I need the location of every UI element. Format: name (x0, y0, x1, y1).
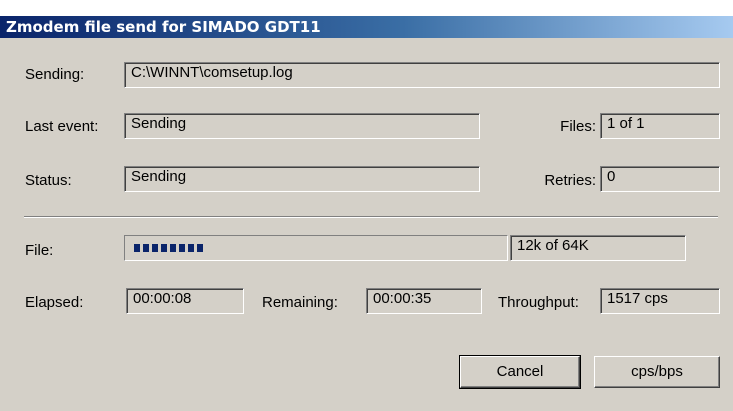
status-field: Sending (124, 166, 480, 192)
retries-field: 0 (600, 166, 720, 192)
last-event-label: Last event: (25, 118, 99, 135)
sending-file-field: C:\WINNT\comsetup.log (124, 62, 720, 88)
cancel-button[interactable]: Cancel (459, 355, 581, 389)
last-event-field: Sending (124, 113, 480, 139)
file-size-field: 12k of 64K (510, 235, 686, 261)
retries-label: Retries: (544, 172, 596, 189)
progress-block (143, 244, 149, 252)
remaining-field: 00:00:35 (366, 288, 482, 314)
status-label: Status: (25, 172, 72, 189)
window-title: Zmodem file send for SIMADO GDT11 (6, 18, 321, 36)
throughput-field: 1517 cps (600, 288, 720, 314)
progress-block (170, 244, 176, 252)
progress-block (179, 244, 185, 252)
separator (24, 216, 718, 218)
files-label: Files: (560, 118, 596, 135)
remaining-label: Remaining: (262, 294, 338, 311)
elapsed-label: Elapsed: (25, 294, 84, 311)
progress-block (152, 244, 158, 252)
dialog-client-area: Sending: C:\WINNT\comsetup.log Last even… (0, 38, 733, 411)
title-bar[interactable]: Zmodem file send for SIMADO GDT11 (0, 16, 733, 38)
top-strip (0, 0, 733, 16)
progress-block (197, 244, 203, 252)
throughput-label: Throughput: (498, 294, 579, 311)
progress-block (161, 244, 167, 252)
elapsed-field: 00:00:08 (126, 288, 244, 314)
sending-label: Sending: (25, 66, 85, 83)
file-progress-bar (124, 235, 508, 261)
file-label: File: (25, 242, 54, 259)
files-field: 1 of 1 (600, 113, 720, 139)
progress-fill (134, 244, 203, 252)
progress-block (134, 244, 140, 252)
progress-block (188, 244, 194, 252)
cps-bps-button[interactable]: cps/bps (594, 356, 720, 388)
